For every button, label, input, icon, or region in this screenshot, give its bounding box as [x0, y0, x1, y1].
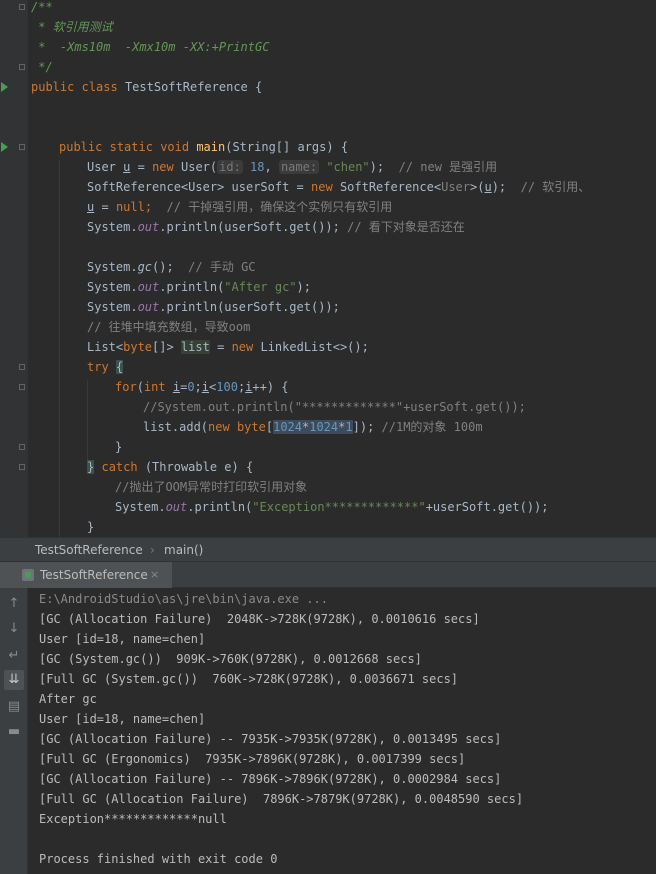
console-line: User [id=18, name=chen]: [39, 712, 206, 726]
console-line: [GC (Allocation Failure) -- 7896K->7896K…: [39, 772, 502, 786]
code-line: } catch (Throwable e) {: [87, 460, 254, 474]
console-line: [GC (Allocation Failure) -- 7935K->7935K…: [39, 732, 502, 746]
code-line: User u = new User(id: 18, name: "chen");…: [87, 160, 498, 174]
console-line: Exception*************null: [39, 812, 227, 826]
soft-wrap-icon[interactable]: ↵: [4, 646, 24, 666]
code-line: for(int i=0;i<100;i++) {: [115, 380, 289, 394]
print-icon[interactable]: ▤: [4, 697, 24, 717]
run-tab-label: TestSoftReference: [40, 568, 148, 582]
indent-guide: [87, 380, 88, 460]
close-icon[interactable]: ×: [150, 562, 159, 588]
code-line: }: [87, 520, 95, 534]
code-line: list.add(new byte[1024*1024*1]); //1M的对象…: [143, 420, 483, 434]
fold-marker-icon[interactable]: [19, 64, 25, 70]
fold-marker-icon[interactable]: [19, 144, 25, 150]
code-line: u = null; // 干掉强引用，确保这个实例只有软引用: [87, 200, 393, 214]
breadcrumb-separator: ›: [150, 543, 155, 557]
code-line: System.out.println("After gc");: [87, 280, 311, 294]
console-line: Process finished with exit code 0: [39, 852, 278, 866]
console-line: [Full GC (Ergonomics) 7935K->7896K(9728K…: [39, 752, 466, 766]
code-line: //抛出了OOM异常时打印软引用对象: [115, 480, 308, 494]
fold-marker-icon[interactable]: [19, 384, 25, 390]
run-main-icon[interactable]: [1, 142, 8, 152]
run-toolbar: ↑ ↓ ↵ ⇊ ▤ ▬: [0, 588, 28, 874]
code-line: }: [115, 440, 123, 454]
scroll-to-end-icon[interactable]: ⇊: [4, 670, 24, 690]
breadcrumb-class[interactable]: TestSoftReference: [35, 538, 143, 562]
code-line: System.out.println(userSoft.get());: [87, 300, 340, 314]
console-output[interactable]: E:\AndroidStudio\as\jre\bin\java.exe ...…: [28, 588, 656, 874]
fold-marker-icon[interactable]: [19, 464, 25, 470]
code-line: * 软引用测试: [31, 20, 113, 34]
console-line: [GC (System.gc()) 909K->760K(9728K), 0.0…: [39, 652, 422, 666]
code-line: SoftReference<User> userSoft = new SoftR…: [87, 180, 591, 194]
code-line: System.out.println(userSoft.get()); // 看…: [87, 220, 465, 234]
breadcrumb-method[interactable]: main(): [164, 538, 203, 562]
run-class-icon[interactable]: [1, 82, 8, 92]
trash-icon[interactable]: ▬: [4, 722, 24, 742]
fold-marker-icon[interactable]: [19, 364, 25, 370]
run-tab[interactable]: TestSoftReference ×: [0, 562, 172, 588]
fold-marker-icon[interactable]: [19, 444, 25, 450]
console-line: [GC (Allocation Failure) 2048K->728K(972…: [39, 612, 480, 626]
fold-marker-icon[interactable]: [19, 4, 25, 10]
indent-guide: [59, 160, 60, 537]
code-line: System.out.println("Exception***********…: [115, 500, 549, 514]
code-line-main-declaration: public static void main(String[] args) {: [59, 140, 349, 154]
arrow-down-icon[interactable]: ↓: [4, 619, 24, 639]
arrow-up-icon[interactable]: ↑: [4, 594, 24, 614]
editor-gutter[interactable]: [0, 0, 28, 537]
code-line-class-declaration: public class TestSoftReference {: [31, 80, 263, 94]
code-line: * -Xms10m -Xmx10m -XX:+PrintGC: [31, 40, 270, 54]
code-line: //System.out.println("*************"+use…: [143, 400, 526, 414]
console-line: After gc: [39, 692, 97, 706]
console-line: User [id=18, name=chen]: [39, 632, 206, 646]
console-line: [Full GC (System.gc()) 760K->728K(9728K)…: [39, 672, 459, 686]
console-line: E:\AndroidStudio\as\jre\bin\java.exe ...: [39, 592, 328, 606]
code-line: */: [31, 60, 53, 74]
parameter-hint: name:: [278, 160, 320, 174]
code-line: /**: [31, 0, 53, 14]
parameter-hint: id:: [217, 160, 243, 174]
code-editor[interactable]: /** * 软引用测试 * -Xms10m -Xmx10m -XX:+Print…: [0, 0, 656, 537]
run-config-icon: [22, 569, 34, 581]
run-tool-window-header: TestSoftReference ×: [0, 562, 656, 588]
code-line: try {: [87, 360, 124, 374]
code-line: System.gc(); // 手动 GC: [87, 260, 256, 274]
code-line: // 往堆中填充数组，导致oom: [87, 320, 251, 334]
console-line: [Full GC (Allocation Failure) 7896K->787…: [39, 792, 524, 806]
breadcrumb: TestSoftReference › main(): [0, 537, 656, 562]
code-line: List<byte[]> list = new LinkedList<>();: [87, 340, 369, 354]
